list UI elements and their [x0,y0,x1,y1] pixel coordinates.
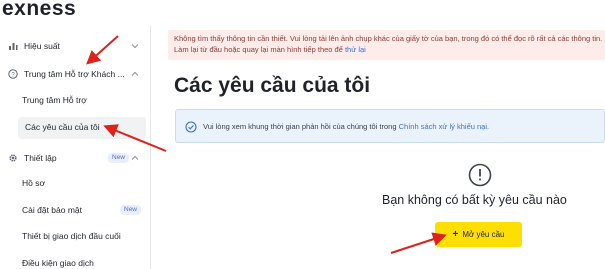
sidebar-item-label: Trung tâm Hỗ trợ Khách ... [24,69,125,79]
info-text: Vui lòng xem khung thời gian phản hồi củ… [203,122,399,131]
gear-icon [8,153,18,163]
sidebar-subitem-label: Thiết bị giao dịch đầu cuối [22,231,121,241]
sidebar-subitem-trading-conditions[interactable]: Điều kiện giao dịch [22,253,94,269]
page-title: Các yêu cầu của tôi [174,74,371,97]
new-badge: New [108,153,130,163]
sidebar-subitem-label: Cài đặt bảo mật [22,205,83,215]
error-banner-text: Không tìm thấy thông tin cần thiết. Vui … [174,33,604,55]
bar-chart-icon [8,41,18,51]
open-request-button[interactable]: + Mở yêu cầu [435,222,522,247]
sidebar-subitem-security-settings[interactable]: Cài đặt bảo mật [22,200,82,220]
sidebar-subitem-label: Trung tâm Hỗ trợ [22,95,87,105]
retry-link[interactable]: thử lại [345,45,366,54]
empty-state-text: Bạn không có bất kỳ yêu cầu nào [382,193,567,207]
error-banner: Không tìm thấy thông tin cần thiết. Vui … [168,30,605,60]
chevron-down-icon [130,43,140,49]
help-circle-icon: ? [8,69,18,79]
chevron-up-icon [130,71,140,77]
sidebar-subitem-my-requests-label[interactable]: Các yêu cầu của tôi [25,117,100,137]
chevron-up-icon [130,155,140,161]
sidebar-subitem-support-hub[interactable]: Trung tâm Hỗ trợ [22,90,87,110]
info-banner: Vui lòng xem khung thời gian phản hồi củ… [175,109,605,143]
error-message-tail: màn hình tiếp theo để [270,45,345,54]
sidebar-subitem-label: Hồ sơ [22,178,46,188]
sidebar-subitem-label: Các yêu cầu của tôi [25,122,100,132]
sidebar-subitem-label: Điều kiện giao dịch [22,258,94,268]
sidebar-item-label: Hiệu suất [24,41,60,51]
exness-logo[interactable]: exness [0,0,150,26]
sidebar-item-performance[interactable]: Hiệu suất [0,35,150,57]
complaint-policy-link[interactable]: Chính sách xử lý khiếu nại. [399,122,489,131]
open-request-label: Mở yêu cầu [462,230,505,239]
new-badge: New [120,205,142,215]
sidebar-item-support-center[interactable]: ? Trung tâm Hỗ trợ Khách ... [0,63,150,85]
check-circle-icon [185,120,197,133]
logo-text: exness [2,0,77,20]
sidebar-subitem-trading-terminals[interactable]: Thiết bị giao dịch đầu cuối [22,226,121,246]
plus-icon: + [452,229,459,240]
error-message: Không tìm thấy thông tin cần thiết. Vui … [174,34,603,54]
info-banner-text: Vui lòng xem khung thời gian phản hồi củ… [203,122,489,131]
sidebar-subitem-profile[interactable]: Hồ sơ [22,173,45,193]
sidebar: Hiệu suất ? Trung tâm Hỗ trợ Khách ... T… [0,26,151,269]
alert-circle-icon [468,163,492,187]
